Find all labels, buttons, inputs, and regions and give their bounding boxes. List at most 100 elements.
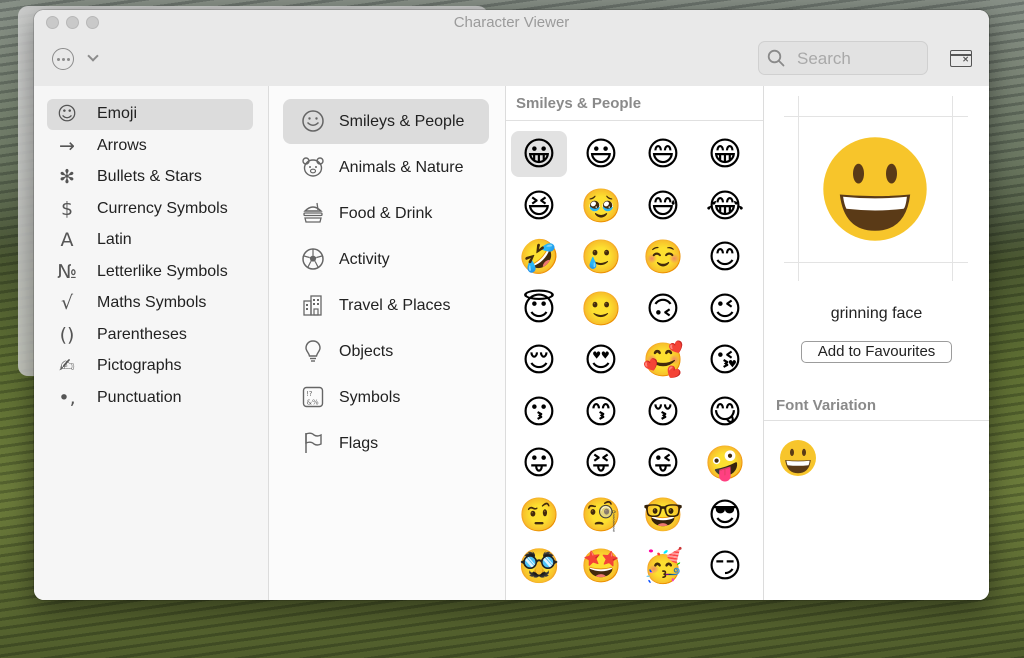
emoji-cell[interactable]: 😅 — [635, 183, 691, 229]
emoji-cell[interactable]: 🥳 — [635, 543, 691, 589]
emoji-cell[interactable]: 🥰 — [635, 337, 691, 383]
emoji-cell[interactable]: 😉 — [697, 286, 753, 332]
smiley-outline-icon: ☺ — [57, 103, 77, 125]
emoji-cell[interactable]: 😛 — [511, 440, 567, 486]
category-item-arrows[interactable]: → Arrows — [47, 131, 253, 162]
emoji-cell[interactable]: 😗 — [511, 389, 567, 435]
emoji-cell[interactable]: 😋 — [697, 389, 753, 435]
emoji-cell[interactable]: 🥲 — [573, 234, 629, 280]
category-label: Parentheses — [97, 325, 187, 343]
guide-line — [784, 262, 968, 263]
symbols-icon: !?&% — [302, 386, 324, 408]
emoji-grid: 😀 😃 😄 😁 😆 🥹 😅 😂 🤣 🥲 ☺️ 😊 😇 🙂 🙃 😉 😌 😍 🥰 😘 😗 😙 😚 😋 😛 😝 😜 🤪 🤨 🧐 🤓 😎 🥸 🤩 🥳 😏 — [506, 131, 763, 600]
group-item-objects[interactable]: Objects — [283, 329, 489, 374]
category-label: Maths Symbols — [97, 294, 207, 311]
guide-line — [952, 96, 953, 281]
bear-icon — [302, 157, 324, 177]
character-detail-panel: grinning face Add to Favourites Font Var… — [764, 86, 989, 600]
emoji-cell[interactable]: 😍 — [573, 337, 629, 383]
svg-text:&%: &% — [307, 399, 319, 407]
emoji-cell[interactable]: 🤨 — [511, 492, 567, 538]
emoji-cell[interactable]: 😙 — [573, 389, 629, 435]
group-item-animals-nature[interactable]: Animals & Nature — [283, 145, 489, 190]
category-label: Latin — [97, 231, 132, 248]
category-item-latin[interactable]: A Latin — [47, 225, 253, 256]
emoji-cell[interactable]: 😇 — [511, 286, 567, 332]
category-item-pictographs[interactable]: ✍ Pictographs — [47, 351, 253, 382]
emoji-cell[interactable]: 😝 — [573, 440, 629, 486]
group-item-flags[interactable]: Flags — [283, 421, 489, 466]
emoji-cell[interactable]: 😂 — [697, 183, 753, 229]
emoji-cell[interactable]: 😚 — [635, 389, 691, 435]
emoji-cell[interactable]: 😏 — [697, 543, 753, 589]
emoji-cell[interactable]: 🤣 — [511, 234, 567, 280]
group-label: Objects — [339, 343, 394, 360]
group-label: Symbols — [339, 389, 401, 406]
category-label: Punctuation — [97, 388, 182, 406]
category-item-parentheses[interactable]: () Parentheses — [47, 320, 253, 351]
category-item-bullets-stars[interactable]: ✻ Bullets & Stars — [47, 162, 253, 193]
group-item-smileys-people[interactable]: Smileys & People — [283, 99, 489, 144]
emoji-cell[interactable]: 😌 — [511, 337, 567, 383]
parentheses-icon: () — [59, 323, 75, 346]
category-item-punctuation[interactable]: •, Punctuation — [47, 383, 253, 414]
group-label: Flags — [339, 435, 379, 452]
search-icon — [767, 49, 785, 67]
category-label: Currency Symbols — [97, 199, 228, 217]
arrow-right-icon: → — [59, 134, 75, 157]
emoji-cell[interactable]: 🤓 — [635, 492, 691, 538]
font-variation-title: Font Variation — [776, 397, 877, 414]
group-label: Food & Drink — [339, 205, 433, 222]
emoji-cell[interactable]: 😎 — [697, 492, 753, 538]
group-item-activity[interactable]: Activity — [283, 237, 489, 282]
grinning-face-variant-icon[interactable] — [778, 438, 818, 478]
character-name: grinning face — [830, 305, 923, 322]
emoji-cell[interactable]: 😄 — [635, 131, 691, 177]
group-label: Activity — [339, 251, 390, 268]
more-options-icon[interactable] — [52, 48, 74, 70]
building-icon — [303, 295, 322, 316]
toggle-details-panel-icon[interactable]: ✕ — [950, 50, 972, 67]
emoji-cell[interactable]: ☺️ — [635, 234, 691, 280]
chevron-down-icon[interactable] — [87, 50, 99, 62]
window-title: Character Viewer — [453, 14, 570, 31]
emoji-cell[interactable]: 🤪 — [697, 440, 753, 486]
group-label: Travel & Places — [339, 297, 451, 314]
character-viewer-window: Character Viewer Search ✕ ☺ Emoji → Arrows ✻… — [34, 10, 989, 600]
emoji-cell[interactable]: 😃 — [573, 131, 629, 177]
category-item-currency-symbols[interactable]: $ Currency Symbols — [47, 194, 253, 225]
group-item-travel-places[interactable]: Travel & Places — [283, 283, 489, 328]
emoji-cell[interactable]: 😜 — [635, 440, 691, 486]
emoji-cell[interactable]: 😀 — [511, 131, 567, 177]
latin-a-icon: A — [60, 229, 74, 251]
pencil-icon: ✍ — [59, 355, 75, 377]
search-input[interactable]: Search — [758, 41, 928, 75]
emoji-cell[interactable]: 😘 — [697, 337, 753, 383]
emoji-cell[interactable]: 🥹 — [573, 183, 629, 229]
category-item-letterlike-symbols[interactable]: № Letterlike Symbols — [47, 257, 253, 288]
add-to-favourites-button[interactable]: Add to Favourites — [801, 341, 952, 363]
category-item-maths-symbols[interactable]: √ Maths Symbols — [47, 288, 253, 319]
smiley-icon — [302, 110, 324, 132]
emoji-cell[interactable]: 🥸 — [511, 543, 567, 589]
titlebar: Character Viewer Search ✕ — [34, 10, 989, 87]
emoji-cell[interactable]: 🤩 — [573, 543, 629, 589]
emoji-cell[interactable]: 😁 — [697, 131, 753, 177]
category-item-emoji[interactable]: ☺ Emoji — [47, 99, 253, 130]
emoji-cell[interactable]: 🙂 — [573, 286, 629, 332]
flag-icon — [305, 432, 322, 453]
numero-icon: № — [57, 260, 77, 283]
group-item-food-drink[interactable]: Food & Drink — [283, 191, 489, 236]
category-label: Arrows — [97, 136, 147, 154]
punctuation-icon: •, — [58, 386, 76, 409]
emoji-cell[interactable]: 🧐 — [573, 492, 629, 538]
emoji-cell[interactable]: 😊 — [697, 234, 753, 280]
emoji-cell[interactable]: 😆 — [511, 183, 567, 229]
character-preview — [784, 96, 968, 281]
group-label: Animals & Nature — [339, 159, 464, 176]
group-label: Smileys & People — [339, 113, 465, 130]
section-title: Smileys & People — [516, 95, 642, 112]
guide-line — [784, 116, 968, 117]
group-item-symbols[interactable]: !? &% Symbols — [283, 375, 489, 420]
emoji-cell[interactable]: 🙃 — [635, 286, 691, 332]
